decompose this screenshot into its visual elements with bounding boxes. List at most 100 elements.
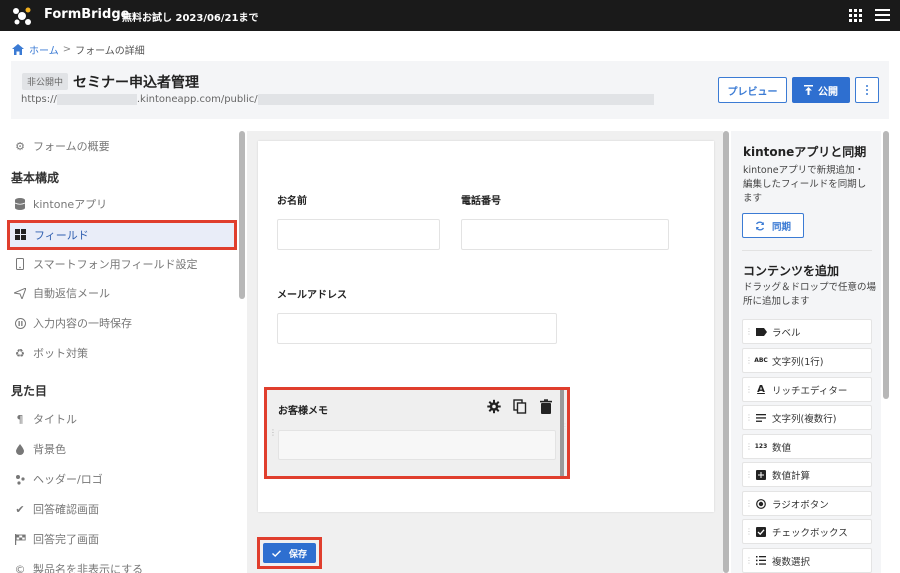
control-rich-editor[interactable]: ⋮ A リッチエディター xyxy=(742,377,872,402)
sidebar-item-hide-product[interactable]: © 製品名を非表示にする xyxy=(14,561,144,573)
hamburger-menu-icon[interactable] xyxy=(875,9,890,21)
apps-grid-icon[interactable] xyxy=(849,9,862,22)
control-name: 数値 xyxy=(772,442,792,454)
publish-button[interactable]: 公開 xyxy=(792,77,850,103)
sidebar-item-label: 入力内容の一時保存 xyxy=(33,317,132,330)
sync-section-title: kintoneアプリと同期 xyxy=(743,145,867,159)
sidebar-item-label: 製品名を非表示にする xyxy=(33,563,144,573)
control-name: 文字列(1行) xyxy=(772,356,824,368)
sidebar-item-temp-save[interactable]: 入力内容の一時保存 xyxy=(14,315,132,331)
field-toolbar xyxy=(487,399,553,414)
control-name: チェックボックス xyxy=(772,527,848,539)
gear-icon[interactable] xyxy=(487,399,501,414)
breadcrumb-separator: > xyxy=(62,44,72,55)
sidebar-section-basic: 基本構成 xyxy=(11,171,60,185)
control-name: 文字列(複数行) xyxy=(772,413,837,425)
field-label-name: お名前 xyxy=(277,196,307,207)
sidebar-item-bot[interactable]: ♻ ボット対策 xyxy=(14,345,88,361)
field-label-memo: お客様メモ xyxy=(278,406,328,417)
phone-input[interactable] xyxy=(461,219,669,250)
url-domain: .kintoneapp.com/public/ xyxy=(136,94,258,105)
sidebar-item-label: 回答確認画面 xyxy=(33,503,99,516)
copy-icon[interactable] xyxy=(513,399,527,414)
sidebar-item-overview[interactable]: ⚙ フォームの概要 xyxy=(14,138,110,154)
save-button-highlight: 保存 xyxy=(257,537,322,569)
publish-label: 公開 xyxy=(818,86,838,98)
name-input[interactable] xyxy=(277,219,440,250)
canvas-scrollbar[interactable] xyxy=(723,131,729,573)
control-number[interactable]: ⋮ 123 数値 xyxy=(742,434,872,459)
memo-input[interactable] xyxy=(278,430,556,460)
page-title: セミナー申込者管理 xyxy=(73,75,199,91)
formbridge-logo-icon[interactable] xyxy=(11,5,33,27)
drag-handle-icon: ⋮ xyxy=(745,555,753,565)
sidebar-item-auto-reply[interactable]: 自動返信メール xyxy=(14,285,110,301)
sidebar-item-header-logo[interactable]: ヘッダー/ロゴ xyxy=(14,471,103,487)
sidebar-item-confirm-screen[interactable]: ✔ 回答確認画面 xyxy=(14,501,99,517)
sidebar-item-smartphone[interactable]: スマートフォン用フィールド設定 xyxy=(14,256,197,272)
smartphone-icon xyxy=(14,258,26,270)
sidebar-item-fields[interactable]: フィールド xyxy=(7,220,237,250)
drag-handle-icon: ⋮ xyxy=(745,412,753,422)
refresh-icon xyxy=(755,221,765,230)
drag-handle-icon: ⋮ xyxy=(745,498,753,508)
home-icon[interactable] xyxy=(12,44,24,55)
memo-field-selected[interactable]: お客様メモ xyxy=(264,387,570,479)
breadcrumb-home-link[interactable]: ホーム xyxy=(29,42,59,57)
sidebar-item-label: ヘッダー/ロゴ xyxy=(33,473,103,486)
drag-handle-icon: ⋮ xyxy=(745,326,753,336)
brand-name[interactable]: FormBridge xyxy=(44,7,129,22)
sidebar-item-bg-color[interactable]: 背景色 xyxy=(14,441,66,457)
more-options-button[interactable] xyxy=(855,77,879,103)
form-header: 非公開中 セミナー申込者管理 https:// .kintoneapp.com/… xyxy=(11,61,889,119)
public-url: https:// .kintoneapp.com/public/ xyxy=(21,94,654,105)
sync-description: kintoneアプリで新規追加・編集したフィールドを同期します xyxy=(743,165,867,204)
drag-handle-icon: ⋮ xyxy=(745,469,753,479)
resize-handle-icon[interactable]: ⋮ xyxy=(561,423,569,431)
sidebar-section-look: 見た目 xyxy=(11,384,48,398)
drag-handle-icon[interactable]: ⋮ xyxy=(269,429,277,437)
trash-icon[interactable] xyxy=(539,399,553,414)
text-multi-icon xyxy=(755,412,767,424)
check-icon xyxy=(272,549,281,557)
top-bar: FormBridge 無料お試し 2023/06/21まで xyxy=(0,0,900,31)
calc-icon xyxy=(755,469,767,481)
preview-button[interactable]: プレビュー xyxy=(718,77,787,103)
sidebar-scrollbar[interactable] xyxy=(239,131,245,299)
rich-editor-icon: A xyxy=(757,384,765,395)
control-radio[interactable]: ⋮ ラジオボタン xyxy=(742,491,872,516)
control-text-multi[interactable]: ⋮ 文字列(複数行) xyxy=(742,405,872,430)
multi-select-icon xyxy=(755,555,767,567)
drag-handle-icon: ⋮ xyxy=(745,355,753,365)
field-resize-handle[interactable] xyxy=(560,390,564,476)
control-calc[interactable]: ⋮ 数値計算 xyxy=(742,462,872,487)
right-panel-scrollbar[interactable] xyxy=(883,131,889,399)
control-text-single[interactable]: ⋮ ABC 文字列(1行) xyxy=(742,348,872,373)
sidebar-item-complete-screen[interactable]: 回答完了画面 xyxy=(14,531,99,547)
breadcrumb-current: フォームの詳細 xyxy=(75,46,145,57)
checkbox-icon xyxy=(755,526,767,538)
drag-handle-icon: ⋮ xyxy=(745,526,753,536)
sidebar-item-title[interactable]: ¶ タイトル xyxy=(14,411,78,427)
label-icon xyxy=(755,326,767,338)
control-label[interactable]: ⋮ ラベル xyxy=(742,319,872,344)
field-label-phone: 電話番号 xyxy=(461,196,501,207)
sync-button[interactable]: 同期 xyxy=(742,213,804,238)
sidebar-item-kintone-app[interactable]: kintoneアプリ xyxy=(14,196,107,212)
pause-circle-icon xyxy=(14,317,26,329)
control-name: リッチエディター xyxy=(772,385,848,397)
breadcrumb: ホーム > フォームの詳細 xyxy=(12,42,145,57)
save-button[interactable]: 保存 xyxy=(263,543,316,563)
control-multi-select[interactable]: ⋮ 複数選択 xyxy=(742,548,872,573)
drag-handle-icon: ⋮ xyxy=(745,384,753,394)
sidebar-item-label: タイトル xyxy=(33,413,77,426)
check-icon: ✔ xyxy=(15,502,25,516)
drag-handle-icon: ⋮ xyxy=(745,441,753,451)
email-input[interactable] xyxy=(277,313,557,344)
recycle-icon: ♻ xyxy=(15,346,25,360)
sidebar-item-label: 背景色 xyxy=(33,443,66,456)
status-badge: 非公開中 xyxy=(22,73,69,90)
add-content-title: コンテンツを追加 xyxy=(743,264,840,278)
radio-icon xyxy=(755,498,767,510)
control-checkbox[interactable]: ⋮ チェックボックス xyxy=(742,519,872,544)
